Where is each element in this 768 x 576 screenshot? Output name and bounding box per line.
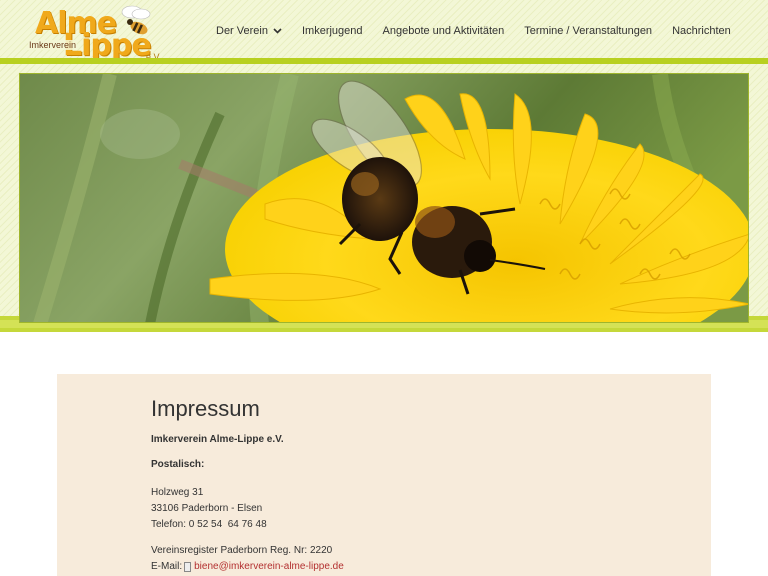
email-row: E-Mail: biene@imkerverein-alme-lippe.de (151, 559, 671, 575)
bee-on-dandelion-photo (20, 74, 748, 322)
header-divider (0, 58, 768, 64)
address-city: 33106 Paderborn - Elsen (151, 503, 263, 514)
nav-item-label: Nachrichten (672, 25, 731, 37)
nav-item-imkerjugend[interactable]: Imkerjugend (302, 25, 363, 37)
nav-item-label: Termine / Veranstaltungen (524, 25, 653, 37)
chevron-down-icon (273, 28, 282, 34)
main-nav: Der Verein Imkerjugend Angebote und Akti… (216, 25, 731, 37)
impressum-content: Impressum Imkerverein Alme-Lippe e.V. Po… (151, 396, 671, 575)
nav-item-label: Der Verein (216, 25, 268, 37)
register-number: Vereinsregister Paderborn Reg. Nr: 2220 (151, 545, 333, 556)
page-title: Impressum (151, 396, 260, 421)
mail-icon (184, 562, 192, 572)
postal-label: Postalisch: (151, 459, 205, 470)
logo-prefix: Imkerverein (28, 40, 78, 50)
nav-item-angebote[interactable]: Angebote und Aktivitäten (383, 25, 505, 37)
organization-name: Imkerverein Alme-Lippe e.V. (151, 434, 284, 445)
email-label: E-Mail: (151, 561, 183, 572)
impressum-section: Impressum Imkerverein Alme-Lippe e.V. Po… (57, 374, 711, 576)
nav-item-termine[interactable]: Termine / Veranstaltungen (524, 25, 652, 37)
address-street: Holzweg 31 (151, 487, 204, 498)
nav-item-der-verein[interactable]: Der Verein (216, 25, 282, 37)
site-logo[interactable]: Alme Lippe Imkerverein e.V. (28, 2, 163, 64)
site-header: Alme Lippe Imkerverein e.V. Der Verein I… (0, 0, 768, 63)
phone-number: Telefon: 0 52 54 64 76 48 (151, 519, 267, 530)
nav-item-label: Imkerjugend (301, 25, 363, 37)
email-link[interactable]: biene@imkerverein-alme-lippe.de (194, 559, 344, 575)
hero-image (19, 73, 749, 323)
nav-item-label: Angebote und Aktivitäten (382, 25, 505, 37)
nav-item-nachrichten[interactable]: Nachrichten (672, 25, 731, 37)
